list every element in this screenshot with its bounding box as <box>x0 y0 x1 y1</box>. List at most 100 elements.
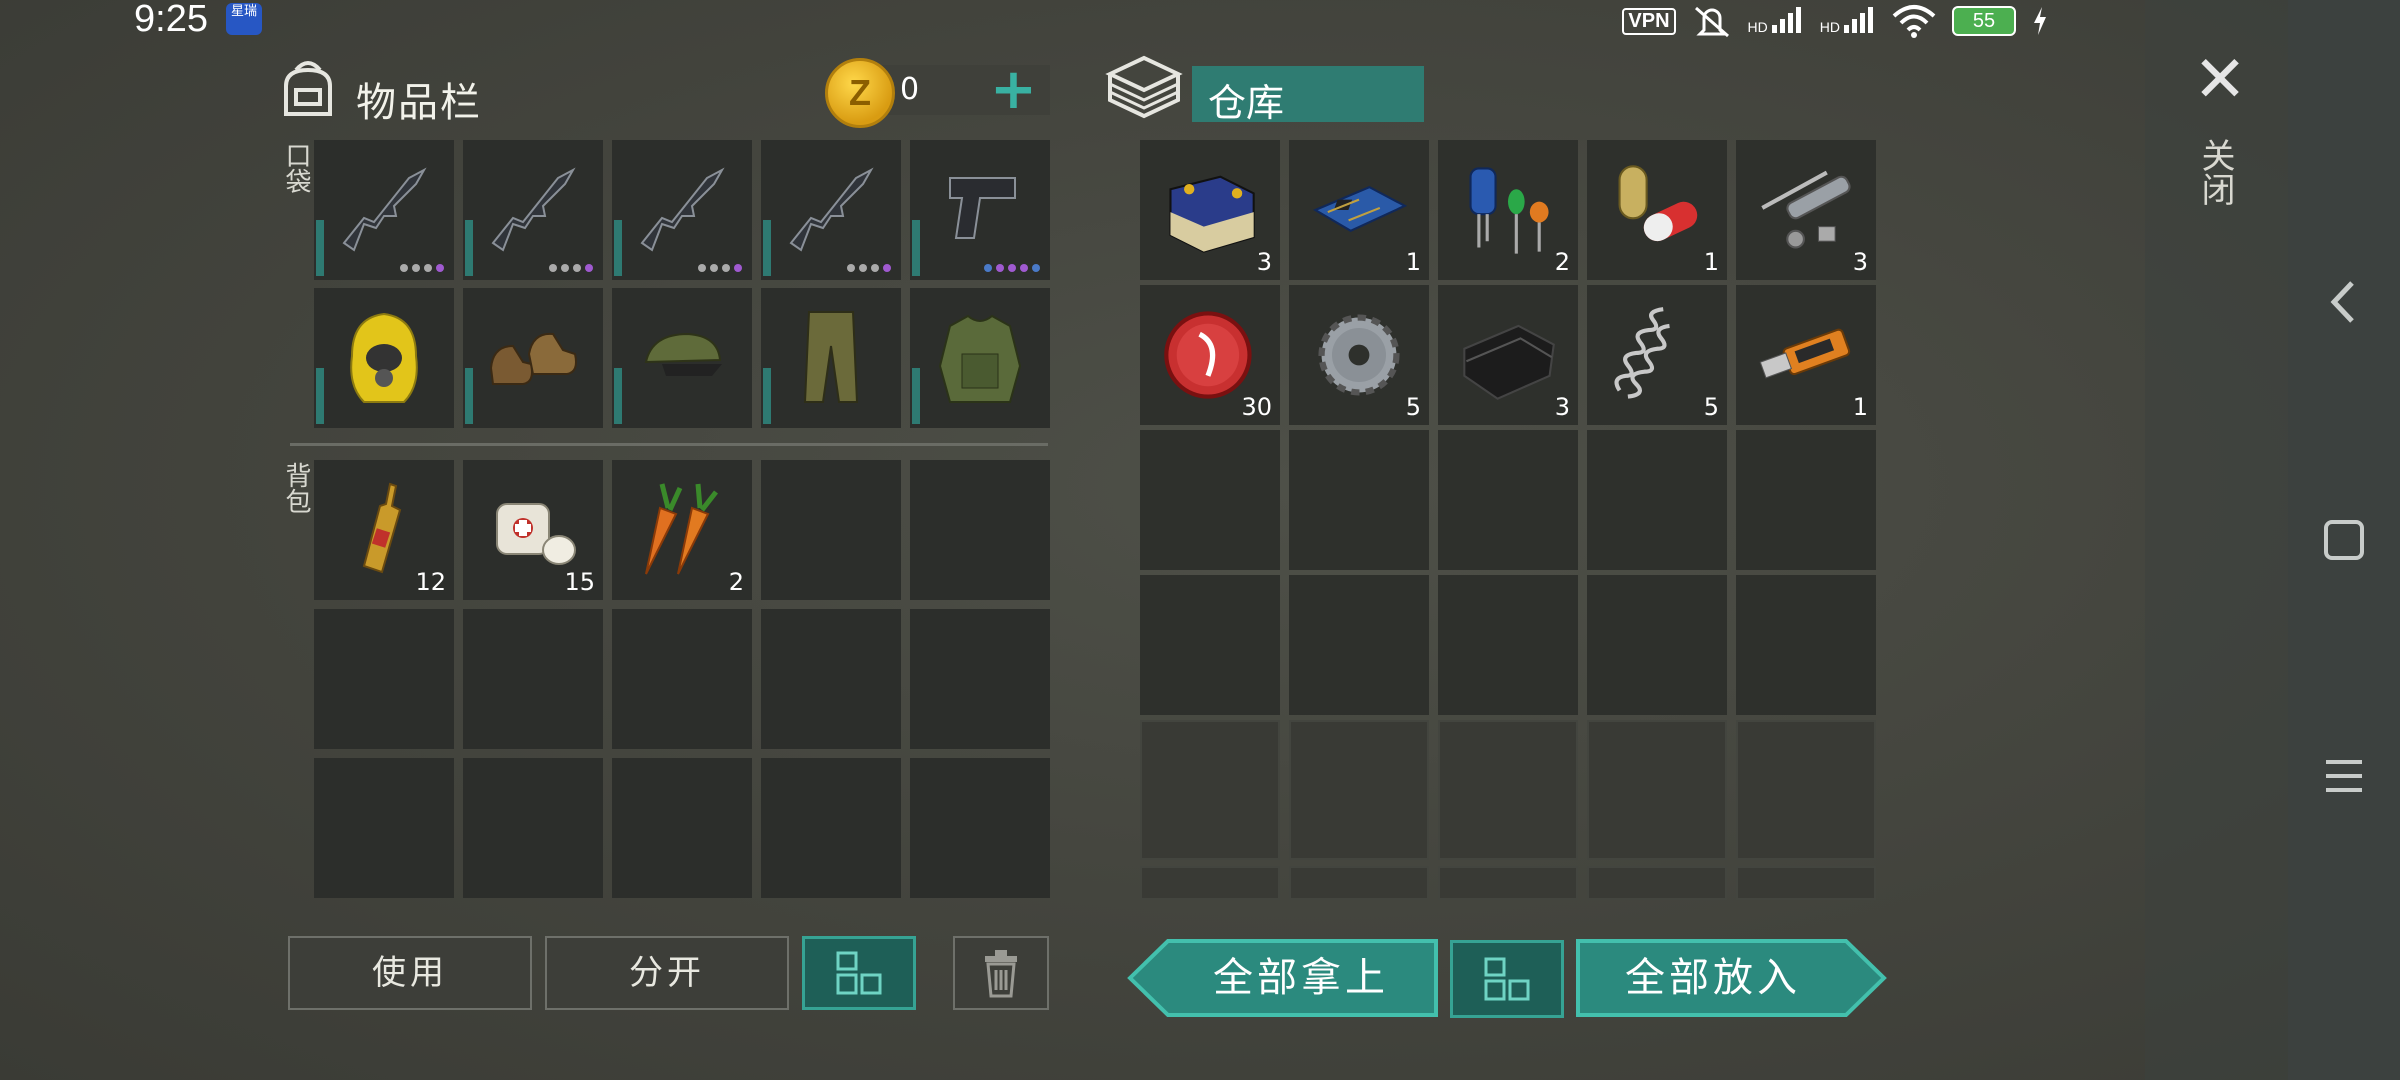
backpack-slot-empty[interactable] <box>761 460 901 600</box>
storage-slot-7[interactable]: 5 <box>1289 285 1429 425</box>
signal-icon: HD <box>1748 7 1804 35</box>
back-chevron-icon <box>2330 281 2354 323</box>
sort-inventory-button[interactable] <box>802 936 916 1010</box>
storage-slot-empty[interactable] <box>1587 575 1727 715</box>
storage-slot-locked <box>1587 720 1727 860</box>
add-coins-button[interactable]: + <box>990 62 1037 118</box>
backpack-slot-empty[interactable] <box>761 758 901 898</box>
inventory-title: 物品栏 <box>356 80 482 126</box>
close-label[interactable]: 关闭 <box>2195 138 2240 206</box>
home-nav-button[interactable] <box>2288 510 2400 570</box>
storage-slot-2[interactable]: 1 <box>1289 140 1429 280</box>
backpack-slot-empty[interactable] <box>910 758 1050 898</box>
close-button[interactable]: ✕ <box>2190 48 2250 112</box>
pocket-slot-10[interactable] <box>910 288 1050 428</box>
backpack-slot-empty[interactable] <box>612 609 752 749</box>
item-count: 15 <box>564 568 595 596</box>
storage-slot-9[interactable]: 5 <box>1587 285 1727 425</box>
storage-slot-4[interactable]: 1 <box>1587 140 1727 280</box>
backpack-slot-empty[interactable] <box>910 609 1050 749</box>
storage-slot-empty[interactable] <box>1587 430 1727 570</box>
pocket-slot-1[interactable] <box>314 140 454 280</box>
backpack-slot-empty[interactable] <box>463 609 603 749</box>
assault-rifle-icon <box>491 167 576 252</box>
bandage-icon <box>496 503 576 565</box>
storage-slot-empty[interactable] <box>1736 575 1876 715</box>
app-notification-icon: 星瑞 <box>226 3 262 35</box>
backpack-slot-empty[interactable] <box>314 758 454 898</box>
pocket-slot-5[interactable] <box>910 140 1050 280</box>
storage-slot-locked <box>1438 720 1578 860</box>
sort-storage-button[interactable] <box>1450 940 1564 1018</box>
backpack-slot-empty[interactable] <box>314 609 454 749</box>
backpack-slot-1[interactable]: 12 <box>314 460 454 600</box>
storage-box-icon <box>1105 55 1183 119</box>
pocket-slot-8[interactable] <box>612 288 752 428</box>
storage-slot-empty[interactable] <box>1289 575 1429 715</box>
car-battery-icon <box>1169 175 1255 253</box>
pocket-slot-6[interactable] <box>314 288 454 428</box>
pocket-slot-7[interactable] <box>463 288 603 428</box>
recents-nav-button[interactable] <box>2288 746 2400 806</box>
backpack-slot-2[interactable]: 15 <box>463 460 603 600</box>
backpack-slot-empty[interactable] <box>910 460 1050 600</box>
backpack-slot-empty[interactable] <box>761 609 901 749</box>
put-all-button[interactable]: 全部放入 <box>1578 938 1848 1018</box>
storage-slot-5[interactable]: 3 <box>1736 140 1876 280</box>
storage-slot-1[interactable]: 3 <box>1140 140 1280 280</box>
pocket-slot-9[interactable] <box>761 288 901 428</box>
storage-slot-empty[interactable] <box>1438 575 1578 715</box>
storage-slot-6[interactable]: 30 <box>1140 285 1280 425</box>
spring-icon <box>1614 307 1670 399</box>
trash-icon <box>985 950 1017 998</box>
grid-sort-icon <box>836 951 882 995</box>
use-button[interactable]: 使用 <box>288 936 532 1010</box>
gear-icon <box>1318 314 1400 396</box>
tactical-vest-icon <box>938 314 1022 403</box>
storage-slot-3[interactable]: 2 <box>1438 140 1578 280</box>
pocket-slot-2[interactable] <box>463 140 603 280</box>
storage-slot-empty[interactable] <box>1438 430 1578 570</box>
storage-slot-locked <box>1736 866 1876 900</box>
item-count: 1 <box>1405 248 1421 276</box>
storage-slot-locked <box>1140 866 1280 900</box>
battery-icon: 55 <box>1952 6 2016 36</box>
storage-slot-locked <box>1289 720 1429 860</box>
boots-icon <box>489 332 577 385</box>
item-count: 5 <box>1405 393 1421 421</box>
item-count: 1 <box>1852 393 1868 421</box>
usb-drive-icon <box>1759 328 1851 379</box>
item-count: 2 <box>728 568 744 596</box>
storage-slot-locked <box>1587 866 1727 900</box>
storage-slot-8[interactable]: 3 <box>1438 285 1578 425</box>
storage-slot-empty[interactable] <box>1140 430 1280 570</box>
storage-slot-empty[interactable] <box>1289 430 1429 570</box>
storage-slot-10[interactable]: 1 <box>1736 285 1876 425</box>
mute-icon <box>1694 6 1729 38</box>
camo-pants-icon <box>803 311 859 403</box>
clock: 9:25 <box>134 0 208 40</box>
pocket-slot-4[interactable] <box>761 140 901 280</box>
item-count: 3 <box>1256 248 1272 276</box>
back-nav-button[interactable] <box>2288 272 2400 332</box>
vpn-icon: VPN <box>1622 7 1676 35</box>
item-count: 1 <box>1703 248 1719 276</box>
home-square-icon <box>2324 520 2364 560</box>
leather-icon <box>1463 324 1555 400</box>
delete-button[interactable] <box>953 936 1049 1010</box>
storage-title: 仓库 <box>1208 81 1285 125</box>
split-button[interactable]: 分开 <box>545 936 789 1010</box>
backpack-slot-empty[interactable] <box>612 758 752 898</box>
backpack-slot-empty[interactable] <box>463 758 603 898</box>
take-all-button[interactable]: 全部拿上 <box>1166 938 1436 1018</box>
storage-slot-empty[interactable] <box>1140 575 1280 715</box>
item-count: 12 <box>415 568 446 596</box>
pocket-slot-3[interactable] <box>612 140 752 280</box>
backpack-slot-3[interactable]: 2 <box>612 460 752 600</box>
signal-icon-2: HD <box>1820 7 1876 35</box>
assault-rifle-icon <box>342 167 427 252</box>
system-indicators: VPN HD HD 55 <box>1622 4 2048 38</box>
item-count: 5 <box>1703 393 1719 421</box>
storage-slot-empty[interactable] <box>1736 430 1876 570</box>
storage-slot-locked <box>1438 866 1578 900</box>
